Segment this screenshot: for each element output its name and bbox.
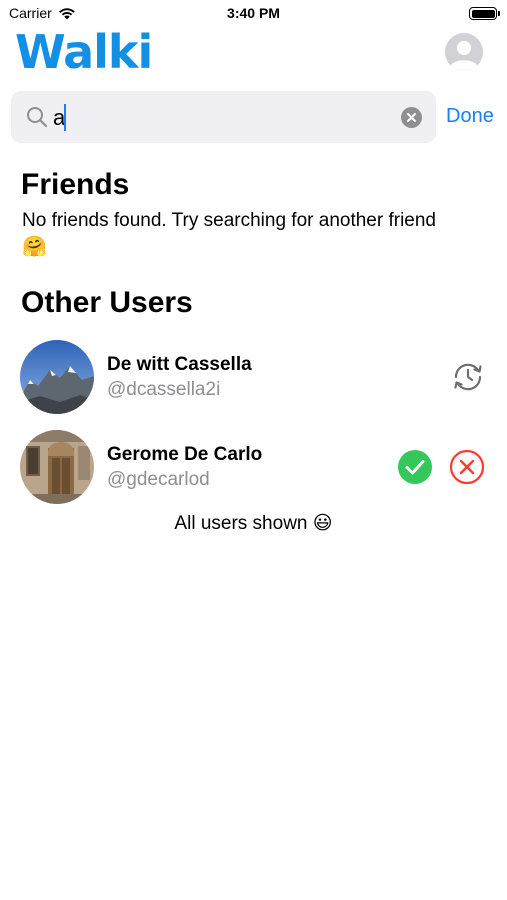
user-avatar [20, 430, 94, 504]
user-handle: @dcassella2i [107, 379, 221, 400]
user-row[interactable]: De witt Cassella @dcassella2i [0, 337, 507, 417]
user-name: Gerome De Carlo [107, 444, 263, 465]
profile-avatar-button[interactable] [445, 33, 483, 71]
user-row[interactable]: Gerome De Carlo @gdecarlod [0, 427, 507, 507]
search-input[interactable] [53, 104, 393, 132]
accept-check-icon[interactable] [397, 449, 433, 485]
pending-request-icon[interactable] [450, 359, 486, 395]
all-users-shown-label: All users shown 😃 [174, 513, 333, 534]
user-avatar [20, 340, 94, 414]
friends-empty-message: No friends found. Try searching for anot… [22, 207, 492, 261]
search-bar[interactable] [11, 91, 436, 143]
text-cursor [64, 104, 66, 131]
user-handle: @gdecarlod [107, 469, 210, 490]
search-icon [27, 107, 48, 128]
status-bar: Carrier 3:40 PM [0, 0, 507, 28]
app-logo: Walki [15, 25, 153, 79]
clock: 3:40 PM [227, 5, 280, 21]
hug-emoji: 🤗 [22, 236, 47, 258]
other-users-section-title: Other Users [21, 286, 193, 319]
clear-search-icon[interactable] [401, 107, 422, 128]
empty-message-text: No friends found. Try searching for anot… [22, 210, 437, 231]
done-button[interactable]: Done [446, 105, 494, 128]
battery-icon [469, 7, 500, 20]
person-placeholder-icon [445, 33, 483, 71]
friends-section-title: Friends [21, 168, 130, 201]
reject-x-icon[interactable] [449, 449, 485, 485]
user-name: De witt Cassella [107, 354, 252, 375]
